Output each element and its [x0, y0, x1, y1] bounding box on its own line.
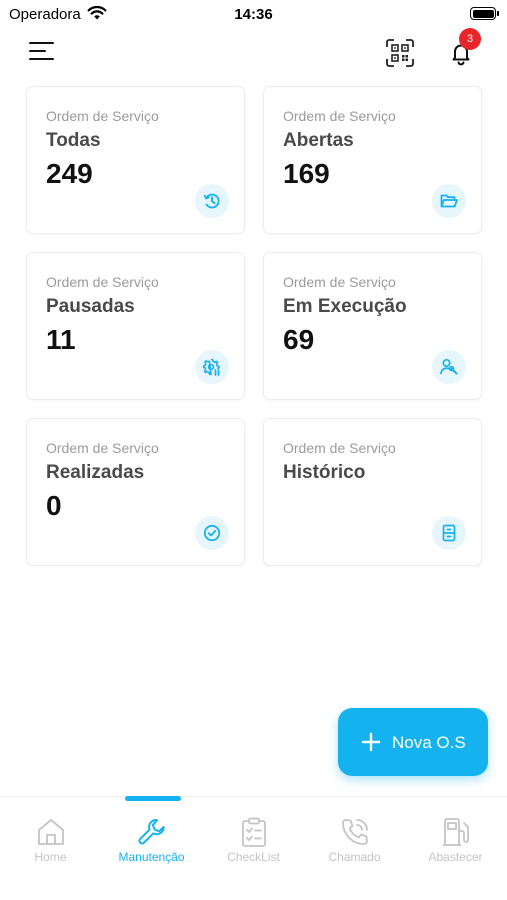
nav-label: Chamado	[328, 850, 381, 864]
nav-label: CheckList	[227, 850, 280, 864]
bottom-navigation: Home Manutenção CheckList Chamado Abaste…	[0, 796, 507, 900]
nav-abastecer[interactable]: Abastecer	[405, 797, 506, 877]
nav-label: Home	[34, 850, 67, 864]
card-historico[interactable]: Ordem de Serviço Histórico	[263, 418, 482, 566]
card-subtitle: Ordem de Serviço	[46, 274, 159, 290]
status-time: 14:36	[234, 6, 273, 23]
card-title: Pausadas	[46, 296, 135, 317]
card-em-execucao[interactable]: Ordem de Serviço Em Execução 69	[263, 252, 482, 400]
battery-icon	[470, 7, 499, 20]
card-todas[interactable]: Ordem de Serviço Todas 249	[26, 86, 245, 234]
card-count: 169	[283, 158, 330, 189]
nav-checklist[interactable]: CheckList	[203, 797, 304, 877]
fuel-pump-icon	[443, 818, 469, 846]
user-wrench-icon	[432, 350, 466, 384]
nav-manutencao[interactable]: Manutenção	[101, 797, 202, 877]
notification-badge: 3	[459, 28, 481, 50]
new-service-order-button[interactable]: Nova O.S	[338, 708, 488, 776]
folder-open-icon	[432, 184, 466, 218]
card-realizadas[interactable]: Ordem de Serviço Realizadas 0	[26, 418, 245, 566]
card-count: 69	[283, 324, 315, 355]
menu-button[interactable]	[29, 41, 57, 63]
card-title: Em Execução	[283, 296, 407, 317]
nav-home[interactable]: Home	[0, 797, 101, 877]
card-subtitle: Ordem de Serviço	[46, 440, 159, 456]
card-subtitle: Ordem de Serviço	[283, 274, 396, 290]
plus-icon	[361, 732, 381, 752]
nav-label: Abastecer	[428, 850, 483, 864]
wrench-icon	[138, 819, 165, 845]
gear-pause-icon	[195, 350, 229, 384]
card-title: Abertas	[283, 130, 354, 151]
card-title: Realizadas	[46, 462, 145, 483]
card-subtitle: Ordem de Serviço	[46, 108, 159, 124]
card-pausadas[interactable]: Ordem de Serviço Pausadas 11	[26, 252, 245, 400]
home-icon	[38, 819, 64, 845]
check-circle-icon	[195, 516, 229, 550]
new-service-order-label: Nova O.S	[392, 733, 466, 752]
card-abertas[interactable]: Ordem de Serviço Abertas 169	[263, 86, 482, 234]
nav-chamado[interactable]: Chamado	[304, 797, 405, 877]
card-title: Todas	[46, 130, 101, 151]
phone-call-icon	[342, 819, 368, 845]
card-title: Histórico	[283, 462, 366, 483]
card-count: 0	[46, 490, 62, 521]
card-subtitle: Ordem de Serviço	[283, 440, 396, 456]
qr-code-icon	[386, 39, 414, 67]
nav-label: Manutenção	[118, 850, 185, 864]
card-count: 249	[46, 158, 93, 189]
status-bar: Operadora 14:36	[0, 0, 507, 30]
card-count: 11	[46, 324, 76, 355]
clipboard-check-icon	[242, 817, 266, 847]
card-subtitle: Ordem de Serviço	[283, 108, 396, 124]
archive-icon	[432, 516, 466, 550]
qr-code-scan-button[interactable]	[386, 39, 414, 67]
clock-history-icon	[195, 184, 229, 218]
